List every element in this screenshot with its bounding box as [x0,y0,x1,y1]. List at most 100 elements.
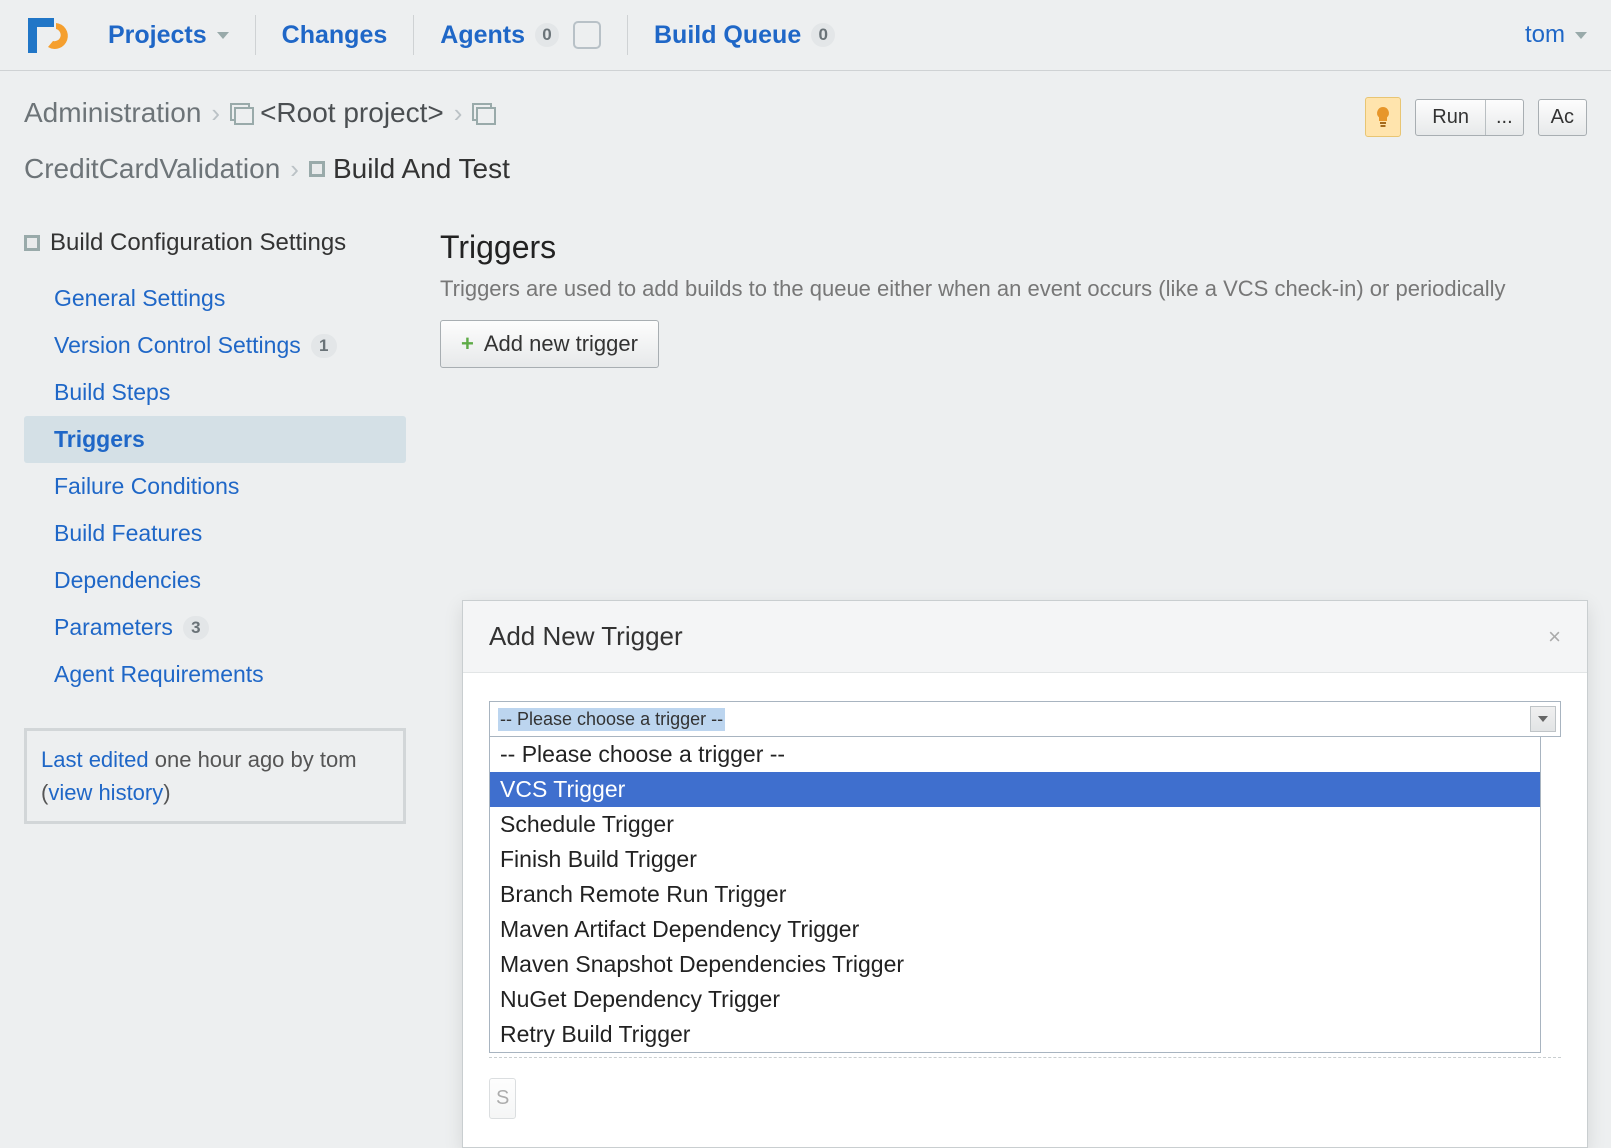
chevron-right-icon: › [211,98,220,129]
sidebar-title-label: Build Configuration Settings [50,229,346,257]
trigger-type-dropdown: -- Please choose a trigger --VCS Trigger… [489,737,1541,1053]
trigger-option[interactable]: Maven Snapshot Dependencies Trigger [490,947,1540,982]
breadcrumb-bar: Administration › <Root project> › Credit… [0,71,1611,193]
page-actions: Run ... Ac [1365,97,1587,137]
sidebar-item-link[interactable]: Build Steps [54,379,406,406]
sidebar-item-label: Agent Requirements [54,661,264,688]
sidebar-item-label: Parameters [54,614,173,641]
view-history-link[interactable]: view history [48,780,163,805]
sidebar-title: Build Configuration Settings [24,229,406,257]
breadcrumb: Administration › <Root project> › Credit… [24,97,1000,185]
sidebar-item-label: Build Features [54,520,202,547]
sidebar-item-parameters[interactable]: Parameters 3 [24,604,406,651]
logo[interactable] [24,12,74,58]
sidebar-item-build-features[interactable]: Build Features [24,510,406,557]
trigger-option[interactable]: VCS Trigger [490,772,1540,807]
nav-projects-label: Projects [108,21,207,50]
sidebar-item-build-steps[interactable]: Build Steps [24,369,406,416]
sidebar-item-label: Failure Conditions [54,473,239,500]
close-icon[interactable]: × [1548,624,1561,650]
user-menu[interactable]: tom [1525,21,1587,49]
run-more[interactable]: ... [1486,100,1523,135]
chevron-right-icon: › [290,154,299,185]
run-button[interactable]: Run ... [1415,99,1523,136]
trigger-select-value: -- Please choose a trigger -- [498,708,725,731]
user-name: tom [1525,21,1565,49]
plus-icon: + [461,331,474,357]
sidebar: Build Configuration Settings General Set… [0,229,430,824]
separator [255,15,256,55]
dialog-body: -- Please choose a trigger -- -- Please … [463,673,1587,1147]
dialog-title: Add New Trigger [489,621,683,652]
save-button[interactable]: S [489,1078,516,1119]
sidebar-item-general-settings[interactable]: General Settings [24,275,406,322]
sidebar-item-label: Triggers [54,426,145,453]
trigger-type-select[interactable]: -- Please choose a trigger -- [489,701,1561,737]
sidebar-item-label: Build Steps [54,379,170,406]
trigger-option[interactable]: Finish Build Trigger [490,842,1540,877]
nav-build-queue-label: Build Queue [654,21,801,50]
sidebar-item-link[interactable]: Failure Conditions [54,473,406,500]
page-description: Triggers are used to add builds to the q… [440,276,1611,302]
bc-root-project[interactable]: <Root project> [230,97,444,129]
top-nav: Projects Changes Agents 0 Build Queue 0 … [0,0,1611,71]
nav-projects[interactable]: Projects [100,15,237,56]
divider [489,1057,1561,1058]
bc-config-label: Build And Test [333,153,510,185]
separator [413,15,414,55]
sidebar-item-dependencies[interactable]: Dependencies [24,557,406,604]
sidebar-item-link[interactable]: Agent Requirements [54,661,406,688]
project-stack-icon [472,103,494,123]
bc-root-label: <Root project> [260,97,444,129]
page-title: Triggers [440,229,1611,266]
run-label: Run [1416,100,1486,135]
separator [627,15,628,55]
sidebar-item-label: Dependencies [54,567,201,594]
trigger-option[interactable]: Maven Artifact Dependency Trigger [490,912,1540,947]
sidebar-item-link[interactable]: Build Features [54,520,406,547]
last-edited-suffix: ) [163,780,170,805]
project-stack-icon [230,103,252,123]
nav-agents-label: Agents [440,21,525,50]
chevron-down-icon [1575,32,1587,39]
bc-project[interactable]: CreditCardValidation [24,153,280,185]
sidebar-item-label: General Settings [54,285,225,312]
bc-administration[interactable]: Administration [24,97,201,129]
actions-button[interactable]: Ac [1538,99,1587,136]
sidebar-item-triggers[interactable]: Triggers [24,416,406,463]
chevron-right-icon: › [454,98,463,129]
sidebar-item-link[interactable]: Parameters 3 [54,614,406,641]
sidebar-item-link[interactable]: Version Control Settings 1 [54,332,406,359]
sidebar-item-version-control-settings[interactable]: Version Control Settings 1 [24,322,406,369]
sidebar-item-failure-conditions[interactable]: Failure Conditions [24,463,406,510]
last-edited-box: Last edited one hour ago by tom (view hi… [24,728,406,824]
trigger-option[interactable]: Schedule Trigger [490,807,1540,842]
nav-changes-label: Changes [282,21,388,50]
nav-build-queue[interactable]: Build Queue 0 [646,15,843,56]
add-trigger-label: Add new trigger [484,331,638,357]
trigger-option[interactable]: Retry Build Trigger [490,1017,1540,1052]
last-edited-label: Last edited [41,747,149,772]
sidebar-item-agent-requirements[interactable]: Agent Requirements [24,651,406,698]
sidebar-item-label: Version Control Settings [54,332,301,359]
sidebar-item-badge: 1 [311,334,337,358]
trigger-option[interactable]: -- Please choose a trigger -- [490,737,1540,772]
bc-build-config[interactable]: Build And Test [309,153,510,185]
nav-agents[interactable]: Agents 0 [432,15,609,56]
nav-changes[interactable]: Changes [274,15,396,56]
add-trigger-button[interactable]: + Add new trigger [440,320,659,368]
chevron-down-icon [217,32,229,39]
sidebar-item-badge: 3 [183,616,209,640]
trigger-option[interactable]: Branch Remote Run Trigger [490,877,1540,912]
hint-button[interactable] [1365,97,1401,137]
dialog-header: Add New Trigger × [463,601,1587,673]
build-config-icon [24,235,40,251]
sidebar-item-link[interactable]: Dependencies [54,567,406,594]
chevron-down-icon[interactable] [1530,706,1556,732]
trigger-option[interactable]: NuGet Dependency Trigger [490,982,1540,1017]
agents-count-badge: 0 [535,23,559,47]
queue-count-badge: 0 [811,23,835,47]
sidebar-item-link[interactable]: General Settings [54,285,406,312]
agent-box-icon [573,21,601,49]
sidebar-item-link[interactable]: Triggers [54,426,406,453]
